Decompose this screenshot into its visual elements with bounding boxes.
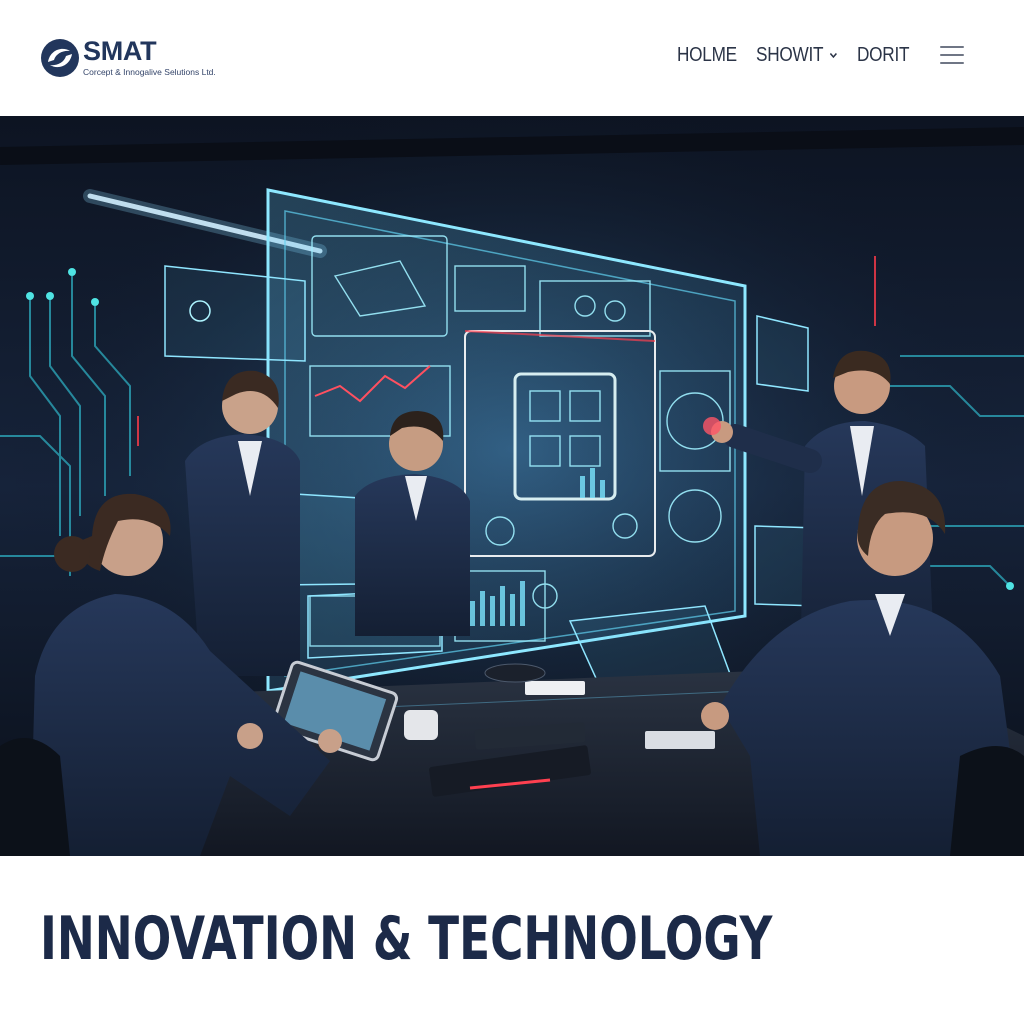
nav-item-home[interactable]: HOLME	[677, 42, 737, 68]
nav-item-showit[interactable]: SHOWIT	[756, 42, 839, 68]
brand-logo[interactable]: SMAT Corcept & Innogalive Selutions Ltd.	[40, 36, 280, 80]
nav-item-dorit[interactable]: DORIT	[857, 42, 909, 68]
hamburger-menu-icon[interactable]	[938, 44, 966, 66]
nav-item-label: HOLME	[677, 43, 737, 66]
site-header: SMAT Corcept & Innogalive Selutions Ltd.…	[0, 0, 1024, 116]
nav-item-label: DORIT	[857, 43, 910, 66]
page-title: INNOVATION & TECHNOLOGY	[40, 904, 773, 974]
hero-image	[0, 116, 1024, 856]
nav-item-label: SHOWIT	[756, 43, 824, 66]
brand-tagline: Corcept & Innogalive Selutions Ltd.	[83, 67, 216, 77]
swirl-logo-icon	[41, 39, 79, 77]
chevron-down-icon	[830, 52, 838, 59]
hero-illustration	[0, 116, 1024, 856]
brand-name: SMAT	[83, 36, 157, 66]
